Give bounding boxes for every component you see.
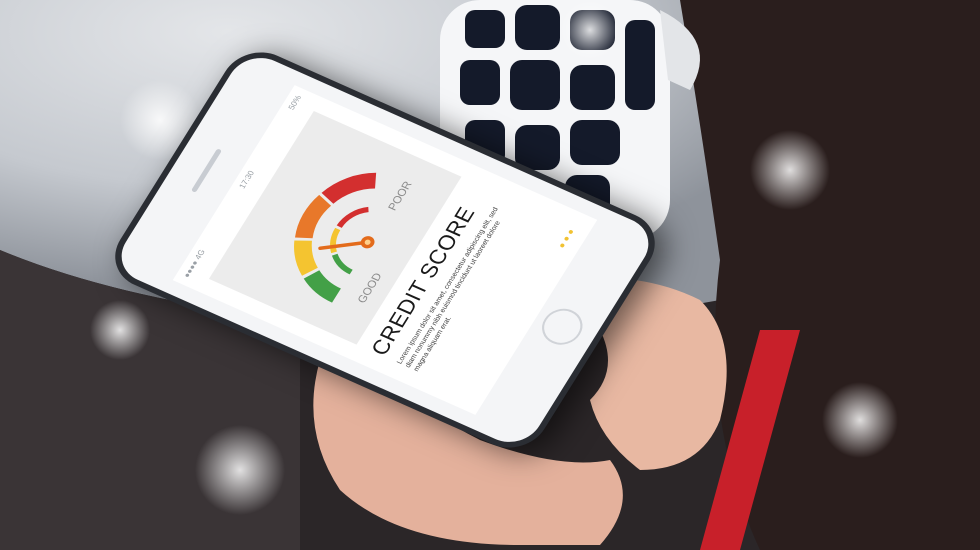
speaker-slot [190, 148, 223, 193]
bokeh-light [90, 300, 150, 360]
gauge-segment-yellow [294, 240, 318, 276]
bokeh-light [560, 0, 620, 60]
signal-indicator: ●●●● 4G [181, 247, 207, 279]
bokeh-light [195, 425, 285, 515]
gauge-needle [318, 240, 370, 250]
credit-gauge-card: GOOD POOR [208, 111, 462, 345]
gauge-segment-red [321, 172, 377, 205]
page-dot[interactable] [563, 236, 570, 242]
bokeh-light [750, 130, 830, 210]
page-indicator[interactable] [559, 229, 574, 249]
bokeh-light [822, 382, 898, 458]
gauge-good-label: GOOD [356, 271, 385, 305]
gauge-segment-green [303, 269, 342, 303]
photo-scene: ●●●● 4G 17:30 50% GOOD POOR CREDIT SCORE… [0, 0, 980, 550]
page-dot[interactable] [567, 229, 574, 235]
gauge-segment-orange [294, 194, 332, 239]
clock: 17:30 [236, 169, 256, 190]
gauge-poor-label: POOR [386, 180, 414, 213]
page-dot[interactable] [559, 242, 566, 249]
battery-indicator: 50% [286, 93, 303, 112]
credit-gauge: GOOD POOR [294, 172, 415, 305]
home-button[interactable] [534, 302, 590, 351]
